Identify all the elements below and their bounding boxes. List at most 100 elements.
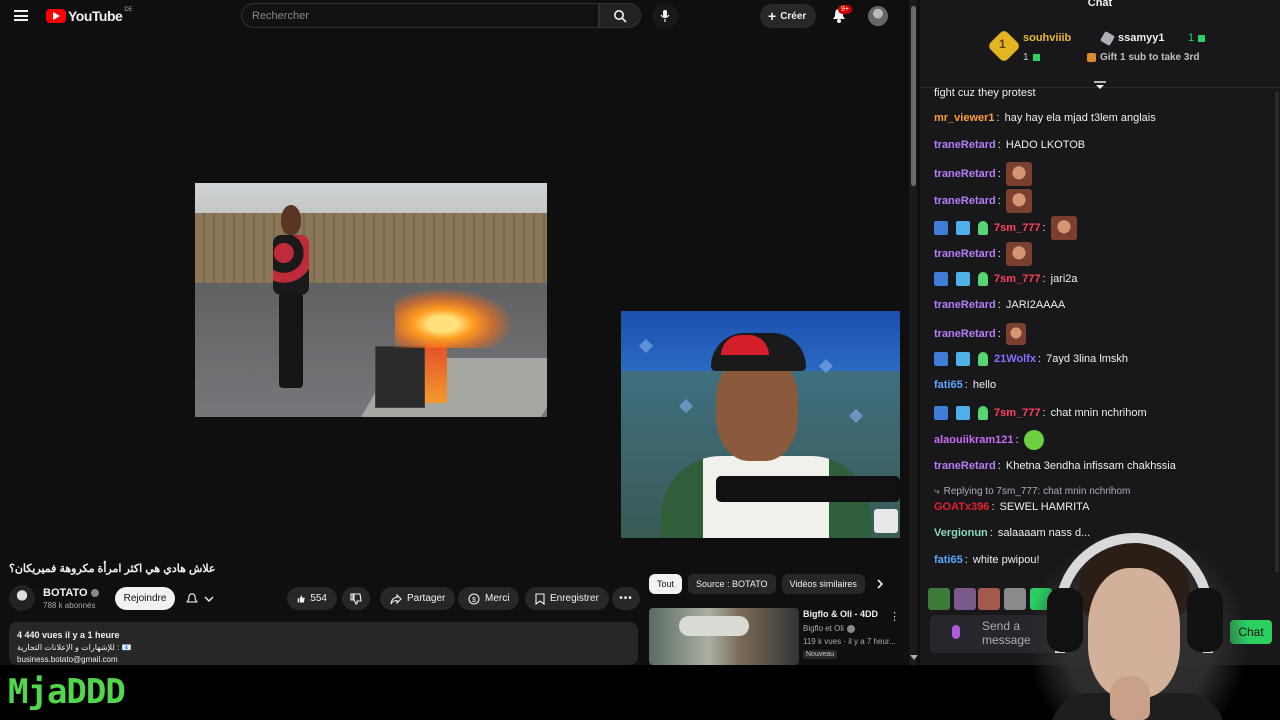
chat-message: traneRetard: Khetna 3endha infissam chak…	[934, 460, 1176, 472]
emote[interactable]	[1023, 430, 1044, 450]
logo-text: YouTube	[68, 8, 123, 24]
chip-source[interactable]: Source : BOTATO	[688, 574, 776, 594]
page-scrollbar-thumb[interactable]	[911, 6, 916, 186]
chat-message: 7sm_777: chat mnin nchrihom	[934, 406, 1147, 420]
svg-text:$: $	[472, 597, 476, 604]
search-button[interactable]	[599, 3, 641, 28]
voice-search-button[interactable]	[652, 3, 678, 29]
super-thanks-icon: $	[468, 592, 480, 605]
reply-context[interactable]: ⤷ Replying to 7sm_777: chat mnin nchriho…	[934, 486, 1130, 497]
chat-username[interactable]: traneRetard	[934, 328, 996, 340]
chat-username[interactable]: traneRetard	[934, 139, 996, 151]
chat-message: GOATx396: SEWEL HAMRITA	[934, 501, 1090, 513]
chat-username[interactable]: traneRetard	[934, 168, 996, 180]
microphone-icon[interactable]	[952, 625, 960, 639]
chat-scrollbar[interactable]	[1275, 92, 1279, 572]
streamer-webcam	[621, 311, 900, 538]
save-button[interactable]: Enregistrer	[525, 587, 609, 610]
youtube-logo[interactable]: YouTube DE	[46, 7, 133, 24]
emote[interactable]	[978, 588, 1000, 610]
youtube-window: YouTube DE Rechercher + Créer 9+ علاش ها…	[0, 0, 920, 665]
emote[interactable]	[1050, 216, 1077, 240]
logo-country: DE	[124, 7, 133, 13]
chat-username[interactable]: alaouiikram121	[934, 434, 1014, 446]
emote[interactable]	[1005, 242, 1032, 266]
chat-username[interactable]: traneRetard	[934, 248, 996, 260]
chat-username[interactable]: 21Wolfx	[994, 353, 1036, 365]
leaderboard-second-count-value: 1	[1188, 32, 1195, 44]
leaderboard-second[interactable]: ssamyy1	[1099, 30, 1165, 46]
subscription-bell-button[interactable]	[186, 589, 214, 609]
view-stats: 4 440 vues il y a 1 heure	[17, 630, 120, 640]
leaderboard-first-name[interactable]: souhviiib	[1023, 32, 1071, 44]
join-button[interactable]: Rejoindre	[115, 587, 175, 610]
collapse-icon[interactable]	[1093, 80, 1107, 90]
create-button[interactable]: + Créer	[760, 4, 817, 28]
chat-message: fati65: white pwipou!	[934, 554, 1040, 566]
chevron-right-icon[interactable]	[874, 578, 886, 590]
share-button[interactable]: Partager	[380, 587, 456, 610]
badge-icon	[956, 221, 970, 235]
dislike-button[interactable]	[342, 587, 370, 610]
chat-username[interactable]: 7sm_777	[994, 222, 1041, 234]
chat-username[interactable]: traneRetard	[934, 460, 996, 472]
bell-icon	[186, 592, 198, 603]
chip-similar[interactable]: Vidéos similaires	[781, 574, 865, 594]
badge-icon	[934, 272, 948, 286]
chat-username[interactable]: traneRetard	[934, 195, 996, 207]
emote[interactable]	[1005, 323, 1026, 345]
more-actions-button[interactable]: •••	[612, 587, 640, 610]
chat-message: traneRetard: JARI2AAAA	[934, 299, 1066, 311]
account-avatar[interactable]	[868, 6, 888, 26]
reply-icon: ⤷	[934, 486, 940, 497]
recommended-video-channel[interactable]: Bigflo et Oli	[803, 624, 855, 633]
channel-name[interactable]: BOTATO	[43, 587, 99, 599]
badge-icon	[934, 221, 948, 235]
chat-message: traneRetard: HADO LKOTOB	[934, 139, 1086, 151]
chat-message: 7sm_777:	[934, 216, 1077, 240]
description-box[interactable]: 4 440 vues il y a 1 heure للإشهارات و ال…	[9, 622, 638, 665]
search-input[interactable]: Rechercher	[241, 3, 599, 28]
gift-prompt-text: Gift 1 sub to take 3rd	[1100, 52, 1200, 63]
badge-icon	[978, 352, 988, 366]
chat-username[interactable]: Vergionun	[934, 527, 988, 539]
gift-prompt[interactable]: Gift 1 sub to take 3rd	[1087, 52, 1199, 63]
chip-all[interactable]: Tout	[649, 574, 683, 594]
gift-gem-icon	[1032, 54, 1040, 61]
scroll-down-arrow-icon[interactable]	[910, 655, 918, 660]
badge-icon	[978, 406, 988, 420]
chat-username[interactable]: fati65	[934, 554, 963, 566]
thanks-button[interactable]: $ Merci	[458, 587, 520, 610]
emote[interactable]	[928, 588, 950, 610]
video-scene-box	[375, 346, 425, 408]
chat-username[interactable]: mr_viewer1	[934, 112, 995, 124]
more-vertical-icon[interactable]: ⋮	[889, 610, 900, 623]
emote[interactable]	[1004, 588, 1026, 610]
message-text: hay hay ela mjad t3lem anglais	[1004, 112, 1156, 124]
create-label: Créer	[780, 10, 807, 22]
emote[interactable]	[1005, 189, 1032, 213]
channel-avatar[interactable]	[9, 585, 35, 611]
chat-username[interactable]: fati65	[934, 379, 963, 391]
chat-username[interactable]: 7sm_777	[994, 407, 1041, 419]
emote[interactable]	[954, 588, 976, 610]
chat-username[interactable]: GOATx396	[934, 501, 989, 513]
recommended-video-title[interactable]: Bigflo & Oli - 4DD	[803, 609, 878, 619]
message-text: hello	[972, 379, 997, 391]
thumbs-down-icon	[350, 592, 362, 605]
chat-username[interactable]: traneRetard	[934, 299, 996, 311]
video-scene-fence	[195, 213, 547, 283]
video-player[interactable]	[195, 183, 547, 417]
save-label: Enregistrer	[550, 593, 599, 604]
leaderboard-first-count-value: 1	[1023, 52, 1029, 63]
emote[interactable]	[1005, 162, 1032, 186]
bronze-badge-icon	[1087, 53, 1096, 62]
chat-username[interactable]: 7sm_777	[994, 273, 1041, 285]
chat-message: fati65: hello	[934, 379, 997, 391]
like-button[interactable]: 554	[287, 587, 337, 610]
recommended-video-thumbnail[interactable]	[649, 608, 799, 665]
chat-message: 21Wolfx: 7ayd 3lina lmskh	[934, 352, 1128, 366]
menu-icon[interactable]	[14, 10, 28, 21]
bookmark-icon	[535, 592, 545, 605]
message-text: chat mnin nchrihom	[1050, 407, 1147, 419]
